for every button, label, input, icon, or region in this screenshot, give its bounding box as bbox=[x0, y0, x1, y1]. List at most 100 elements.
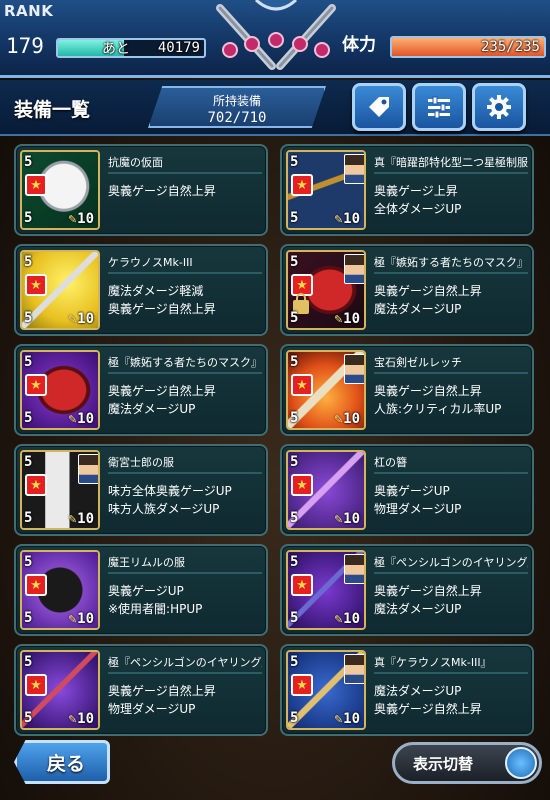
rarity-badge: 5 bbox=[290, 710, 299, 726]
equipment-effect: 魔法ダメージUP bbox=[374, 602, 462, 616]
equipment-effect: 物理ダメージUP bbox=[374, 502, 462, 516]
sliders-icon bbox=[428, 96, 450, 119]
star-icon: ★ bbox=[291, 374, 313, 396]
level-badge: 5 bbox=[24, 654, 33, 670]
count-badge: 10 bbox=[343, 211, 360, 227]
exp-prefix: あと bbox=[102, 41, 130, 57]
rank-emblem-icon bbox=[216, 0, 336, 70]
status-bar: RANK 179 あと 40179 体力 235/235 bbox=[0, 0, 550, 78]
equipment-thumbnail: 5 ★ 5 ✎ 10 bbox=[286, 650, 366, 730]
equipment-effect: 魔法ダメージUP bbox=[374, 302, 462, 316]
pencil-icon: ✎ bbox=[334, 213, 344, 226]
level-badge: 5 bbox=[24, 454, 33, 470]
count-badge: 10 bbox=[343, 311, 360, 327]
equipment-card[interactable]: 5 ★ 5 ✎ 10 極『嫉妬する者たちのマスク』 奥義ゲージ自然上昇 魔法ダメージUP bbox=[280, 244, 534, 336]
equipment-thumbnail: 5 ★ 5 ✎ 10 bbox=[20, 250, 100, 330]
equipment-card[interactable]: 5 ★ 5 ✎ 10 ケラウノスMk-III 魔法ダメージ軽減 奥義ゲージ自然上昇 bbox=[14, 244, 268, 336]
equipment-effect: 奥義ゲージ自然上昇 bbox=[108, 184, 216, 198]
tag-button[interactable] bbox=[352, 83, 406, 131]
star-icon: ★ bbox=[291, 474, 313, 496]
rarity-badge: 5 bbox=[290, 210, 299, 226]
equipment-card[interactable]: 5 ★ 5 ✎ 10 極『ペンシルゴンのイヤリング』 奥義ゲージ自然上昇 物理ダメージUP bbox=[14, 644, 268, 736]
level-badge: 5 bbox=[24, 254, 33, 270]
equipment-effect: 味方全体奥義ゲージUP bbox=[108, 484, 232, 498]
equipment-card[interactable]: 5 ★ 5 ✎ 10 真『ケラウノスMk-III』 魔法ダメージUP 奥義ゲージ自然上昇 bbox=[280, 644, 534, 736]
exp-text: あと 40179 bbox=[58, 40, 200, 56]
equipment-name: 極『嫉妬する者たちのマスク』 bbox=[108, 354, 262, 374]
equipment-thumbnail: 5 ★ 5 ✎ 10 bbox=[286, 350, 366, 430]
equipment-effect: 奥義ゲージ自然上昇 bbox=[374, 284, 482, 298]
level-badge: 5 bbox=[290, 254, 299, 270]
equipment-effect: 魔法ダメージ軽減 bbox=[108, 284, 204, 298]
filter-button[interactable] bbox=[412, 83, 466, 131]
owned-label: 所持装備 bbox=[212, 94, 261, 108]
equipment-effect: 奥義ゲージ上昇 bbox=[374, 184, 458, 198]
page-title: 装備一覧 bbox=[14, 99, 91, 121]
equipment-effect: 奥義ゲージUP bbox=[108, 584, 184, 598]
rarity-badge: 5 bbox=[290, 610, 299, 626]
equipment-thumbnail: 5 ★ 5 ✎ 10 bbox=[286, 150, 366, 230]
equipment-effect: 奥義ゲージ自然上昇 bbox=[108, 684, 216, 698]
equipment-name: 真『ケラウノスMk-III』 bbox=[374, 654, 528, 674]
settings-button[interactable] bbox=[472, 83, 526, 131]
star-icon: ★ bbox=[291, 674, 313, 696]
equipment-thumbnail: 5 ★ 5 ✎ 10 bbox=[20, 350, 100, 430]
level-badge: 5 bbox=[290, 454, 299, 470]
equipment-effect: 奥義ゲージ自然上昇 bbox=[374, 584, 482, 598]
equipment-thumbnail: 5 ★ 5 ✎ 10 bbox=[20, 150, 100, 230]
display-toggle-button[interactable]: 表示切替 bbox=[392, 742, 542, 784]
equipment-card[interactable]: 5 ★ 5 ✎ 10 魔王リムルの服 奥義ゲージUP ※使用者闇:HPUP bbox=[14, 544, 268, 636]
count-badge: 10 bbox=[77, 511, 94, 527]
stamina-bar: 235/235 bbox=[390, 36, 546, 58]
equipment-effect: 魔法ダメージUP bbox=[374, 684, 462, 698]
count-badge: 10 bbox=[343, 411, 360, 427]
rarity-badge: 5 bbox=[24, 710, 33, 726]
character-portrait-icon bbox=[344, 554, 364, 584]
count-badge: 10 bbox=[343, 511, 360, 527]
equipment-effect: 全体ダメージUP bbox=[374, 202, 462, 216]
rarity-badge: 5 bbox=[24, 510, 33, 526]
equipment-name: 抗魔の仮面 bbox=[108, 154, 262, 174]
character-portrait-icon bbox=[344, 354, 364, 384]
refresh-icon bbox=[505, 747, 537, 779]
equipment-card[interactable]: 5 ★ 5 ✎ 10 極『嫉妬する者たちのマスク』 奥義ゲージ自然上昇 魔法ダメージUP bbox=[14, 344, 268, 436]
pencil-icon: ✎ bbox=[334, 413, 344, 426]
star-icon: ★ bbox=[25, 174, 47, 196]
exp-bar: あと 40179 bbox=[56, 38, 206, 58]
equipment-card[interactable]: 5 ★ 5 ✎ 10 衛宮士郎の服 味方全体奥義ゲージUP 味方人族ダメージUP bbox=[14, 444, 268, 536]
equipment-thumbnail: 5 ★ 5 ✎ 10 bbox=[20, 550, 100, 630]
count-badge: 10 bbox=[343, 711, 360, 727]
star-icon: ★ bbox=[291, 574, 313, 596]
star-icon: ★ bbox=[25, 374, 47, 396]
gear-icon bbox=[487, 95, 511, 119]
rarity-badge: 5 bbox=[290, 510, 299, 526]
equipment-effect: 物理ダメージUP bbox=[108, 702, 196, 716]
equipment-card[interactable]: 5 ★ 5 ✎ 10 杠の簪 奥義ゲージUP 物理ダメージUP bbox=[280, 444, 534, 536]
level-badge: 5 bbox=[290, 154, 299, 170]
equipment-name: 極『ペンシルゴンのイヤリング』 bbox=[374, 554, 528, 574]
equipment-effect: ※使用者闇:HPUP bbox=[108, 602, 203, 616]
equipment-thumbnail: 5 ★ 5 ✎ 10 bbox=[286, 550, 366, 630]
equipment-name: 極『ペンシルゴンのイヤリング』 bbox=[108, 654, 262, 674]
equipment-card[interactable]: 5 ★ 5 ✎ 10 宝石剣ゼルレッチ 奥義ゲージ自然上昇 人族:クリティカル率UP bbox=[280, 344, 534, 436]
pencil-icon: ✎ bbox=[68, 613, 78, 626]
equipment-card[interactable]: 5 ★ 5 ✎ 10 抗魔の仮面 奥義ゲージ自然上昇 bbox=[14, 144, 268, 236]
equipment-effect: 魔法ダメージUP bbox=[108, 402, 196, 416]
pencil-icon: ✎ bbox=[68, 713, 78, 726]
equipment-card[interactable]: 5 ★ 5 ✎ 10 真『暗躍部特化型二つ星極制服』 奥義ゲージ上昇 全体ダメージUP bbox=[280, 144, 534, 236]
owned-equipment-box: 所持装備 702/710 bbox=[148, 86, 326, 128]
star-icon: ★ bbox=[291, 174, 313, 196]
character-portrait-icon bbox=[344, 254, 364, 284]
equipment-name: 衛宮士郎の服 bbox=[108, 454, 262, 474]
rarity-badge: 5 bbox=[24, 210, 33, 226]
count-badge: 10 bbox=[77, 211, 94, 227]
character-portrait-icon bbox=[344, 654, 364, 684]
star-icon: ★ bbox=[25, 674, 47, 696]
equipment-card[interactable]: 5 ★ 5 ✎ 10 極『ペンシルゴンのイヤリング』 奥義ゲージ自然上昇 魔法ダメージUP bbox=[280, 544, 534, 636]
level-badge: 5 bbox=[290, 654, 299, 670]
pencil-icon: ✎ bbox=[334, 613, 344, 626]
equipment-thumbnail: 5 ★ 5 ✎ 10 bbox=[286, 250, 366, 330]
rarity-badge: 5 bbox=[290, 410, 299, 426]
back-button[interactable]: 戻る bbox=[14, 740, 110, 784]
equipment-effect: 人族:クリティカル率UP bbox=[374, 402, 502, 416]
